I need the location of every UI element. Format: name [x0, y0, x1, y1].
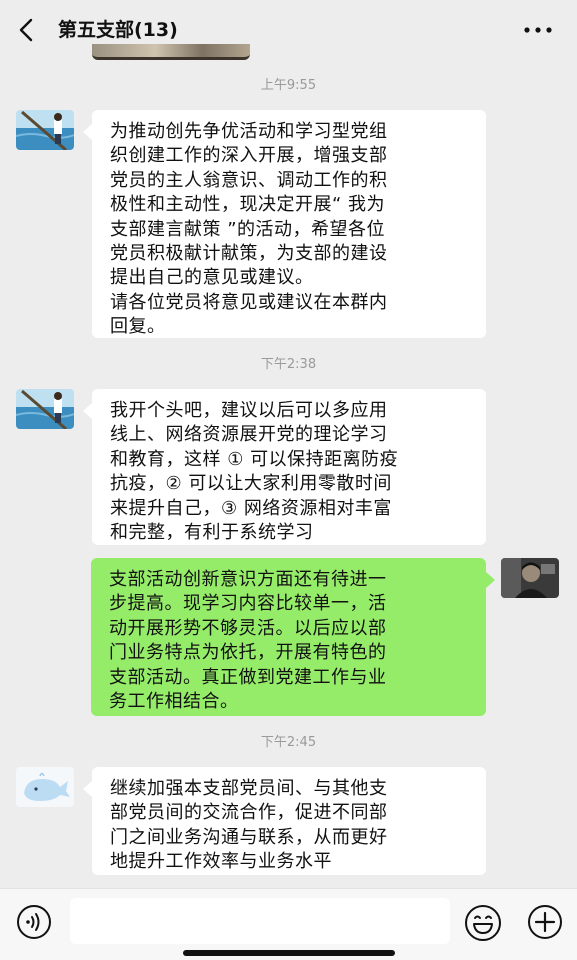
message-timestamp: 下午2:38	[260, 357, 317, 372]
message-text: 继续加强本支部党员间、与其他支 部党员间的交流合作，促进不同部 门之间业务沟通与…	[110, 778, 388, 873]
message-bubble[interactable]: 继续加强本支部党员间、与其他支 部党员间的交流合作，促进不同部 门之间业务沟通与…	[83, 767, 486, 875]
back-arrow-icon[interactable]	[14, 16, 38, 44]
sea-photo-avatar-image	[16, 389, 74, 429]
sea-photo-avatar[interactable]	[16, 389, 74, 429]
message-text: 为推动创先争优活动和学习型党组 织创建工作的深入开展，增强支部 党员的主人翁意识…	[110, 121, 388, 338]
person-photo-avatar-image	[501, 558, 559, 598]
sea-photo-avatar[interactable]	[16, 110, 74, 150]
message-input[interactable]	[70, 898, 450, 944]
more-options-icon[interactable]	[523, 24, 553, 36]
own-message-bubble[interactable]: 支部活动创新意识方面还有待进一 步提高。现学习内容比较单一，活 动开展形势不够灵…	[91, 558, 495, 716]
home-indicator[interactable]	[183, 950, 395, 956]
whale-avatar[interactable]	[16, 767, 74, 807]
message-bubble[interactable]: 为推动创先争优活动和学习型党组 织创建工作的深入开展，增强支部 党员的主人翁意识…	[83, 110, 486, 338]
whale-avatar-image	[16, 767, 74, 807]
voice-icon[interactable]	[16, 904, 52, 940]
message-bubble[interactable]: 我开个头吧，建议以后可以多应用 线上、网络资源展开党的理论学习 和教育，这样 ①…	[83, 389, 486, 545]
sea-photo-avatar-image	[16, 110, 74, 150]
message-text: 支部活动创新意识方面还有待进一 步提高。现学习内容比较单一，活 动开展形势不够灵…	[109, 569, 387, 713]
message-timestamp: 下午2:45	[260, 735, 317, 750]
message-timestamp: 上午9:55	[260, 78, 317, 93]
plus-icon[interactable]	[527, 904, 563, 940]
chat-header: 第五支部(13)	[0, 0, 577, 60]
emoji-icon[interactable]	[464, 904, 502, 942]
chat-title: 第五支部(13)	[58, 19, 178, 41]
person-photo-avatar[interactable]	[501, 558, 559, 598]
previous-image-message[interactable]	[92, 44, 250, 60]
message-text: 我开个头吧，建议以后可以多应用 线上、网络资源展开党的理论学习 和教育，这样 ①…	[110, 400, 399, 544]
